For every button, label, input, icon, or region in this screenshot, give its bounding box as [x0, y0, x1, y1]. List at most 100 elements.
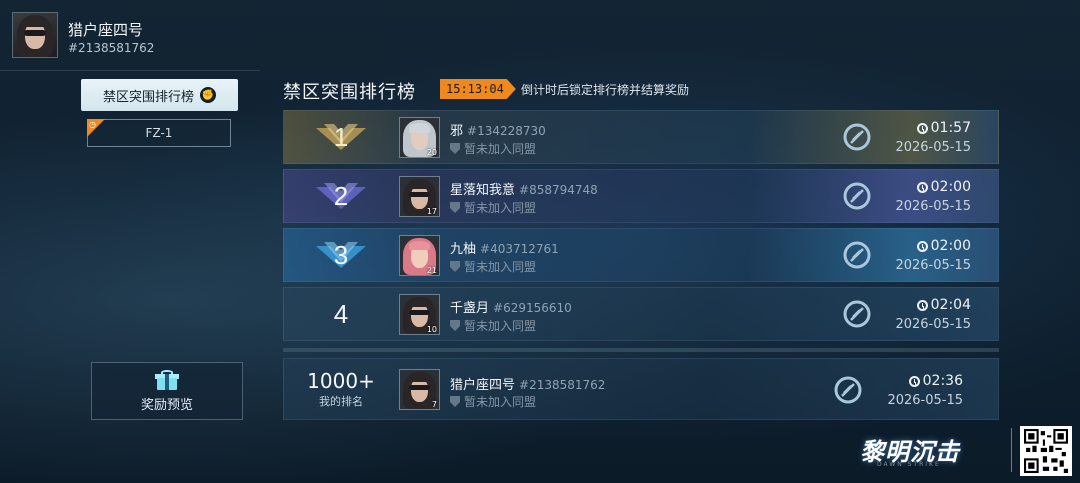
clock-icon [916, 299, 928, 311]
player-id: #2138581762 [68, 41, 155, 55]
my-rank-number: 1000+ [307, 369, 375, 393]
alliance-text: 暂未加入同盟 [464, 319, 537, 333]
time-value: 02:00 [930, 238, 971, 254]
qr-divider [1011, 428, 1012, 472]
emblem-icon[interactable] [842, 122, 872, 152]
shield-icon [450, 202, 460, 213]
alliance-text: 暂未加入同盟 [464, 260, 537, 274]
row-player-id: #403712761 [480, 242, 559, 256]
avatar[interactable]: 17 [399, 176, 440, 217]
shield-icon [450, 320, 460, 331]
clock-icon [916, 181, 928, 193]
leaderboard-row-3[interactable]: 3 21 九柚 #403712761 暂未加入同盟 02:00 2026-05-1… [283, 228, 999, 282]
time-value: 02:36 [922, 373, 963, 389]
rank-cell: 1 [284, 111, 398, 163]
clock-icon [916, 122, 928, 134]
header-divider [0, 70, 260, 71]
row-player-name: 九柚 [450, 242, 477, 257]
shield-icon [450, 396, 460, 407]
clear-date: 2026-05-15 [895, 317, 971, 332]
row-player-id: #858794748 [519, 183, 598, 197]
row-player-id: #134228730 [467, 124, 546, 138]
rank-cell: 3 [284, 229, 398, 281]
rank-cell: 4 [284, 288, 398, 340]
row-player-name: 星落知我意 [450, 183, 516, 198]
clear-time: 02:00 [916, 238, 971, 254]
level-badge: 21 [426, 266, 437, 275]
leaderboard-row-4[interactable]: 4 10 千盏月 #629156610 暂未加入同盟 02:04 2026-05-… [283, 287, 999, 341]
clock-icon: ◷ [89, 120, 96, 129]
alliance-status: 暂未加入同盟 [450, 393, 536, 410]
time-value: 01:57 [930, 120, 971, 136]
scroll-divider [283, 348, 999, 352]
time-value: 02:04 [930, 297, 971, 313]
row-player-name: 邪 [450, 124, 464, 139]
row-player-name: 猎户座四号 [450, 378, 516, 393]
rank-cell: 1000+ 我的排名 [284, 359, 398, 419]
my-rank-row[interactable]: 1000+ 我的排名 7 猎户座四号 #2138581762 暂未加入同盟 02:… [283, 358, 999, 420]
alliance-text: 暂未加入同盟 [464, 395, 537, 409]
player-name: 星落知我意 #858794748 [450, 179, 598, 198]
clear-date: 2026-05-15 [887, 393, 963, 408]
tab-leaderboard-label: 禁区突围排行榜 [102, 89, 194, 105]
alliance-status: 暂未加入同盟 [450, 317, 536, 334]
clear-time: 02:04 [916, 297, 971, 313]
reward-preview-button[interactable]: 奖励预览 [91, 362, 243, 420]
shield-icon [450, 143, 460, 154]
gift-icon [155, 369, 179, 390]
emblem-icon[interactable] [842, 299, 872, 329]
leaderboard-row-2[interactable]: 2 17 星落知我意 #858794748 暂未加入同盟 02:00 2026-0… [283, 169, 999, 223]
tab-leaderboard[interactable]: 禁区突围排行榜 ✊ [81, 79, 238, 111]
shield-icon [450, 261, 460, 272]
emblem-icon[interactable] [842, 240, 872, 270]
rank-number: 2 [333, 180, 349, 211]
player-avatar[interactable] [12, 12, 58, 58]
alliance-status: 暂未加入同盟 [450, 258, 536, 275]
game-logo-sub: DAWN STRIKE [877, 461, 941, 468]
rank-number: 3 [333, 239, 349, 270]
player-name: 九柚 #403712761 [450, 238, 559, 257]
sub-tab-label: FZ-1 [145, 126, 173, 140]
row-player-id: #2138581762 [519, 378, 606, 392]
lock-icon: ✊ [200, 87, 216, 103]
sub-tab-fz1[interactable]: ◷ FZ-1 [87, 119, 231, 147]
leaderboard-row-1[interactable]: 1 20 邪 #134228730 暂未加入同盟 01:57 2026-05-15 [283, 110, 999, 164]
avatar[interactable]: 21 [399, 235, 440, 276]
clear-date: 2026-05-15 [895, 140, 971, 155]
rank-number: 4 [333, 298, 349, 329]
time-value: 02:00 [930, 179, 971, 195]
emblem-icon[interactable] [842, 181, 872, 211]
rank-number: 1 [333, 121, 349, 152]
countdown-badge: 15:13:04 [440, 79, 516, 99]
alliance-text: 暂未加入同盟 [464, 201, 537, 215]
clock-icon [908, 375, 920, 387]
countdown-note: 倒计时后锁定排行榜并结算奖励 [521, 83, 690, 97]
reward-preview-label: 奖励预览 [140, 397, 193, 413]
rank-cell: 2 [284, 170, 398, 222]
level-badge: 10 [426, 325, 437, 334]
clear-time: 01:57 [916, 120, 971, 136]
row-player-id: #629156610 [493, 301, 572, 315]
player-name: 邪 #134228730 [450, 120, 546, 139]
player-name: 猎户座四号 [68, 21, 144, 39]
level-badge: 7 [431, 400, 437, 409]
alliance-status: 暂未加入同盟 [450, 199, 536, 216]
clear-date: 2026-05-15 [895, 258, 971, 273]
row-player-name: 千盏月 [450, 301, 490, 316]
alliance-text: 暂未加入同盟 [464, 142, 537, 156]
level-badge: 17 [426, 207, 437, 216]
my-rank-label: 我的排名 [319, 395, 363, 408]
avatar[interactable]: 10 [399, 294, 440, 335]
emblem-icon[interactable] [833, 375, 863, 405]
avatar[interactable]: 7 [399, 369, 440, 410]
clear-time: 02:00 [916, 179, 971, 195]
clear-time: 02:36 [908, 373, 963, 389]
player-name: 千盏月 #629156610 [450, 297, 572, 316]
leaderboard-title: 禁区突围排行榜 [283, 82, 416, 103]
qr-code-icon [1020, 426, 1072, 476]
avatar[interactable]: 20 [399, 117, 440, 158]
player-name: 猎户座四号 #2138581762 [450, 374, 605, 393]
level-badge: 20 [426, 148, 437, 157]
clock-icon [916, 240, 928, 252]
alliance-status: 暂未加入同盟 [450, 140, 536, 157]
